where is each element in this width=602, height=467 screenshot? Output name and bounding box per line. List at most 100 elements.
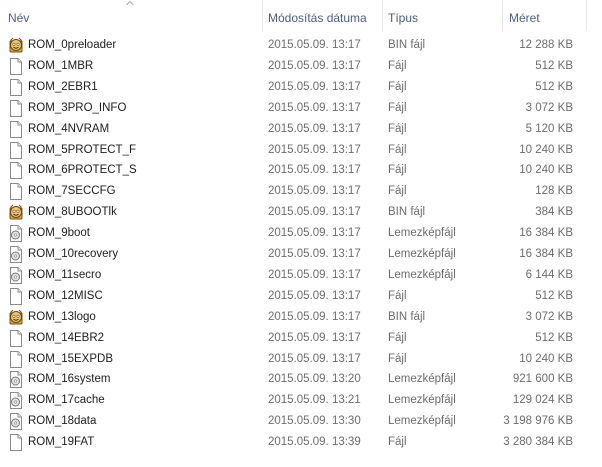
file-name: ROM_18data (28, 415, 97, 428)
file-row[interactable]: ROM_5PROTECT_F 2015.05.09. 13:17 Fájl 10 24… (0, 140, 602, 161)
file-size: 3 280 384 KB (503, 436, 573, 449)
file-name: ROM_6PROTECT_S (28, 164, 137, 177)
blank-file-icon (8, 57, 24, 75)
file-modified-date: 2015.05.09. 13:17 (268, 164, 361, 177)
file-row[interactable]: ROM_14EBR2 2015.05.09. 13:17 Fájl 512 KB (0, 328, 602, 349)
file-name: ROM_3PRO_INFO (28, 101, 127, 114)
disk-image-icon (8, 246, 24, 263)
file-type: Fájl (388, 80, 407, 93)
blank-file-icon (8, 120, 24, 138)
column-header-size[interactable]: Méret (509, 11, 540, 25)
file-type: Fájl (388, 331, 407, 344)
file-type: Lemezképfájl (388, 394, 456, 407)
column-header-name[interactable]: Név (8, 11, 29, 25)
file-type: Fájl (388, 289, 407, 302)
column-divider[interactable] (586, 0, 587, 31)
blank-file-icon (8, 99, 24, 117)
file-modified-date: 2015.05.09. 13:17 (268, 310, 361, 323)
file-row[interactable]: ROM_4NVRAM 2015.05.09. 13:17 Fájl 5 120 KB (0, 119, 602, 140)
file-name: ROM_2EBR1 (28, 80, 98, 93)
file-row[interactable]: ROM_11secro 2015.05.09. 13:17 Lemezképfájl… (0, 265, 602, 286)
blank-file-icon (8, 329, 24, 347)
column-header-bar: Név Módosítás dátuma Típus Méret (0, 0, 602, 34)
file-modified-date: 2015.05.09. 13:17 (268, 289, 361, 302)
file-size: 512 KB (535, 59, 573, 72)
bin-app-icon (8, 37, 24, 54)
file-row[interactable]: ROM_15EXPDB 2015.05.09. 13:17 Fájl 10 240 K… (0, 349, 602, 370)
column-header-type[interactable]: Típus (388, 11, 418, 25)
file-type: Fájl (388, 164, 407, 177)
file-name: ROM_0preloader (28, 39, 117, 51)
file-size: 12 288 KB (519, 39, 573, 51)
file-row[interactable]: ROM_18data 2015.05.09. 13:30 Lemezképfájl 3… (0, 411, 602, 432)
file-name: ROM_8UBOOTlk (28, 206, 117, 219)
file-name: ROM_9boot (28, 227, 91, 240)
file-row[interactable]: ROM_10recovery 2015.05.09. 13:17 Lemezképf… (0, 244, 602, 265)
file-row[interactable]: ROM_16system 2015.05.09. 13:20 Lemezképfáj… (0, 369, 602, 390)
disk-image-icon (8, 413, 24, 431)
file-row[interactable]: ROM_7SECCFG 2015.05.09. 13:17 Fájl 128 KB (0, 181, 602, 202)
file-name: ROM_10recovery (28, 248, 119, 260)
file-type: Lemezképfájl (388, 268, 456, 281)
file-size: 10 240 KB (519, 352, 573, 365)
file-size: 16 384 KB (519, 248, 573, 260)
file-type: BIN fájl (388, 206, 426, 219)
column-divider[interactable] (502, 0, 503, 31)
file-size: 384 KB (535, 206, 573, 219)
file-row[interactable]: ROM_0preloader 2015.05.09. 13:17 BIN fájl 1… (0, 35, 602, 56)
blank-file-icon (8, 162, 24, 180)
file-row[interactable]: ROM_2EBR1 2015.05.09. 13:17 Fájl 512 KB (0, 77, 602, 98)
file-row[interactable]: ROM_3PRO_INFO 2015.05.09. 13:17 Fájl 3 072 … (0, 98, 602, 119)
file-modified-date: 2015.05.09. 13:17 (268, 185, 361, 198)
file-size: 3 072 KB (525, 101, 573, 114)
disk-image-icon (8, 371, 24, 389)
file-size: 129 024 KB (512, 394, 573, 407)
file-size: 128 KB (535, 185, 573, 198)
disk-image-icon (8, 266, 24, 284)
file-name: ROM_16system (28, 373, 111, 386)
file-name: ROM_11secro (28, 268, 102, 281)
file-type: BIN fájl (388, 310, 426, 323)
file-modified-date: 2015.05.09. 13:17 (268, 352, 361, 365)
file-row[interactable]: ROM_17cache 2015.05.09. 13:21 Lemezképfájl… (0, 390, 602, 411)
file-type: Fájl (388, 436, 407, 449)
file-row[interactable]: ROM_8UBOOTlk 2015.05.09. 13:17 BIN fájl 384… (0, 202, 602, 223)
file-modified-date: 2015.05.09. 13:17 (268, 80, 361, 93)
column-header-date[interactable]: Módosítás dátuma (268, 11, 367, 25)
file-row[interactable]: ROM_1MBR 2015.05.09. 13:17 Fájl 512 KB (0, 56, 602, 77)
file-type: Lemezképfájl (388, 373, 456, 386)
file-size: 3 198 976 KB (503, 415, 573, 428)
file-row[interactable]: ROM_12MISC 2015.05.09. 13:17 Fájl 512 KB (0, 286, 602, 307)
blank-file-icon (8, 350, 24, 368)
file-row[interactable]: ROM_9boot 2015.05.09. 13:17 Lemezképfájl 16… (0, 223, 602, 244)
file-type: Fájl (388, 101, 407, 114)
file-name: ROM_17cache (28, 394, 105, 407)
column-divider[interactable] (262, 0, 263, 31)
file-modified-date: 2015.05.09. 13:39 (268, 436, 361, 449)
file-type: Fájl (388, 59, 407, 72)
file-name: ROM_7SECCFG (28, 185, 116, 198)
column-divider[interactable] (382, 0, 383, 31)
file-size: 512 KB (535, 80, 573, 93)
file-size: 6 144 KB (525, 268, 573, 281)
file-name: ROM_14EBR2 (28, 331, 105, 344)
sort-ascending-icon (126, 0, 134, 6)
file-type: Lemezképfájl (388, 248, 456, 260)
file-size: 5 120 KB (525, 122, 573, 135)
file-name: ROM_12MISC (28, 289, 103, 302)
file-modified-date: 2015.05.09. 13:17 (268, 143, 361, 156)
file-modified-date: 2015.05.09. 13:17 (268, 331, 361, 344)
file-type: Fájl (388, 185, 407, 198)
file-row[interactable]: ROM_13logo 2015.05.09. 13:17 BIN fájl 3 072… (0, 307, 602, 328)
file-modified-date: 2015.05.09. 13:21 (268, 394, 361, 407)
file-size: 10 240 KB (519, 143, 573, 156)
file-size: 512 KB (535, 289, 573, 302)
file-modified-date: 2015.05.09. 13:17 (268, 248, 361, 260)
file-row[interactable]: ROM_19FAT 2015.05.09. 13:39 Fájl 3 280 384 … (0, 432, 602, 453)
file-size: 10 240 KB (519, 164, 573, 177)
file-row[interactable]: ROM_6PROTECT_S 2015.05.09. 13:17 Fájl 10 24… (0, 160, 602, 181)
blank-file-icon (8, 78, 24, 96)
disk-image-icon (8, 225, 24, 243)
disk-image-icon (8, 392, 24, 410)
file-modified-date: 2015.05.09. 13:17 (268, 268, 361, 281)
